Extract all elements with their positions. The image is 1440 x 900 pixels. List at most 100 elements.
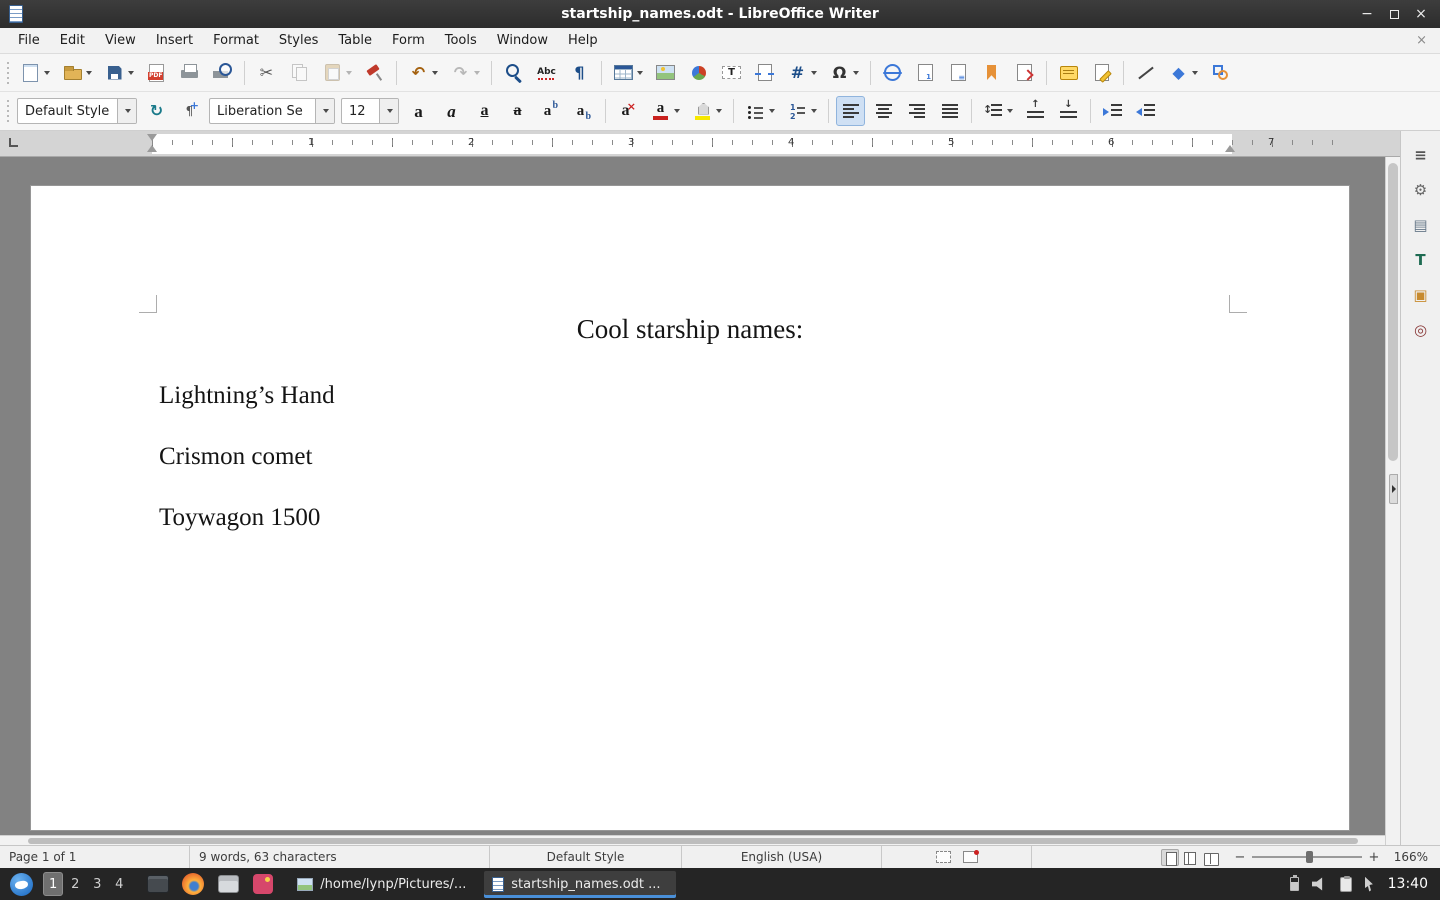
insert-page-break[interactable] [750, 58, 779, 88]
font-color[interactable] [646, 96, 684, 126]
underline[interactable] [470, 96, 499, 126]
menu-edit[interactable]: Edit [50, 28, 95, 53]
clear-formatting[interactable] [613, 96, 642, 126]
document-close-icon[interactable]: × [1403, 33, 1440, 48]
vertical-scrollbar-thumb[interactable] [1388, 163, 1398, 461]
insert-chart[interactable] [684, 58, 713, 88]
page-number-status[interactable]: Page 1 of 1 [0, 846, 190, 868]
unordered-list[interactable] [741, 96, 779, 126]
undo[interactable]: ↶ [404, 58, 442, 88]
insert-image[interactable] [651, 58, 680, 88]
basic-shapes[interactable]: ◆ [1164, 58, 1202, 88]
line-spacing-dropdown[interactable] [1007, 109, 1013, 113]
document-modified-icon[interactable] [963, 851, 978, 863]
decrease-paragraph-spacing[interactable] [1054, 96, 1083, 126]
export-pdf[interactable] [142, 58, 171, 88]
save[interactable] [100, 58, 138, 88]
styles-deck[interactable]: T [1407, 248, 1435, 272]
paste-dropdown[interactable] [346, 71, 352, 75]
zoom-slider-thumb[interactable] [1306, 851, 1313, 863]
menu-view[interactable]: View [95, 28, 146, 53]
update-style[interactable]: ↻ [142, 96, 171, 126]
menu-form[interactable]: Form [382, 28, 435, 53]
task-button-pictures[interactable]: /home/lynp/Pictures/... [289, 871, 481, 898]
selection-mode-icon[interactable] [936, 851, 951, 863]
align-left[interactable] [836, 96, 865, 126]
document-page[interactable]: Cool starship names: Lightning’s Hand Cri… [30, 185, 1350, 831]
task-button-writer[interactable]: startship_names.odt ... [484, 871, 676, 898]
single-page-view-button[interactable] [1161, 849, 1179, 866]
insert-special-character-dropdown[interactable] [853, 71, 859, 75]
navigator-deck[interactable]: ◎ [1407, 318, 1435, 342]
ordered-list-dropdown[interactable] [811, 109, 817, 113]
superscript[interactable] [536, 96, 565, 126]
toolbar-grip[interactable] [3, 62, 12, 84]
horizontal-scrollbar[interactable] [0, 835, 1385, 845]
line-spacing[interactable] [979, 96, 1017, 126]
tab-stop-selector-icon[interactable] [9, 138, 18, 147]
screenshot-tool-launcher[interactable] [250, 871, 276, 897]
language-status[interactable]: English (USA) [682, 846, 882, 868]
save-dropdown[interactable] [128, 71, 134, 75]
open-file[interactable] [58, 58, 96, 88]
zoom-slider[interactable] [1252, 850, 1362, 864]
volume-icon[interactable] [1312, 877, 1327, 891]
gallery-deck[interactable]: ▣ [1407, 283, 1435, 307]
open-file-dropdown[interactable] [86, 71, 92, 75]
doc-paragraph[interactable]: Crismon comet [159, 443, 312, 471]
doc-heading[interactable]: Cool starship names: [31, 314, 1349, 345]
insert-table[interactable] [609, 58, 647, 88]
formatting-marks[interactable]: ¶ [565, 58, 594, 88]
close-button[interactable]: × [1412, 5, 1430, 23]
font-name-dropdown[interactable] [315, 99, 334, 123]
print[interactable] [175, 58, 204, 88]
insert-field[interactable]: # [783, 58, 821, 88]
new-style[interactable] [175, 96, 204, 126]
zoom-level[interactable]: 166% [1388, 850, 1440, 864]
menu-insert[interactable]: Insert [146, 28, 203, 53]
battery-icon[interactable] [1290, 877, 1299, 891]
new-document[interactable] [16, 58, 54, 88]
track-changes[interactable] [1087, 58, 1116, 88]
basic-shapes-dropdown[interactable] [1192, 71, 1198, 75]
right-indent-marker[interactable] [1225, 145, 1235, 152]
new-document-dropdown[interactable] [44, 71, 50, 75]
word-count-status[interactable]: 9 words, 63 characters [190, 846, 490, 868]
insert-field-dropdown[interactable] [811, 71, 817, 75]
decrease-indent[interactable] [1131, 96, 1160, 126]
first-line-indent-marker[interactable] [147, 134, 157, 141]
insert-text-box[interactable] [717, 58, 746, 88]
align-justify[interactable] [935, 96, 964, 126]
firefox-launcher[interactable] [180, 871, 206, 897]
align-center[interactable] [869, 96, 898, 126]
insert-footnote[interactable] [911, 58, 940, 88]
menu-help[interactable]: Help [558, 28, 608, 53]
spelling[interactable] [532, 58, 561, 88]
page-deck[interactable]: ▤ [1407, 213, 1435, 237]
horizontal-scrollbar-thumb[interactable] [28, 838, 1358, 844]
menu-table[interactable]: Table [328, 28, 382, 53]
strikethrough[interactable] [503, 96, 532, 126]
left-indent-marker[interactable] [147, 145, 157, 152]
paragraph-style[interactable]: Default Style [17, 98, 137, 124]
font-size-dropdown[interactable] [379, 99, 398, 123]
ordered-list[interactable] [783, 96, 821, 126]
doc-paragraph[interactable]: Lightning’s Hand [159, 382, 335, 410]
menu-window[interactable]: Window [487, 28, 558, 53]
insert-endnote[interactable] [944, 58, 973, 88]
book-view-button[interactable] [1201, 849, 1219, 866]
ruler[interactable]: 1234567 [0, 131, 1400, 157]
restore-button[interactable] [1385, 5, 1403, 23]
insert-line[interactable] [1131, 58, 1160, 88]
insert-table-dropdown[interactable] [637, 71, 643, 75]
menu-tools[interactable]: Tools [435, 28, 487, 53]
clipboard-icon[interactable] [1340, 877, 1352, 892]
font-name[interactable]: Liberation Se [209, 98, 335, 124]
multi-page-view-button[interactable] [1181, 849, 1199, 866]
bold[interactable] [404, 96, 433, 126]
italic[interactable] [437, 96, 466, 126]
file-manager-launcher[interactable] [215, 871, 241, 897]
zoom-out-button[interactable]: − [1234, 850, 1246, 865]
increase-indent[interactable] [1098, 96, 1127, 126]
insert-cross-reference[interactable] [1010, 58, 1039, 88]
